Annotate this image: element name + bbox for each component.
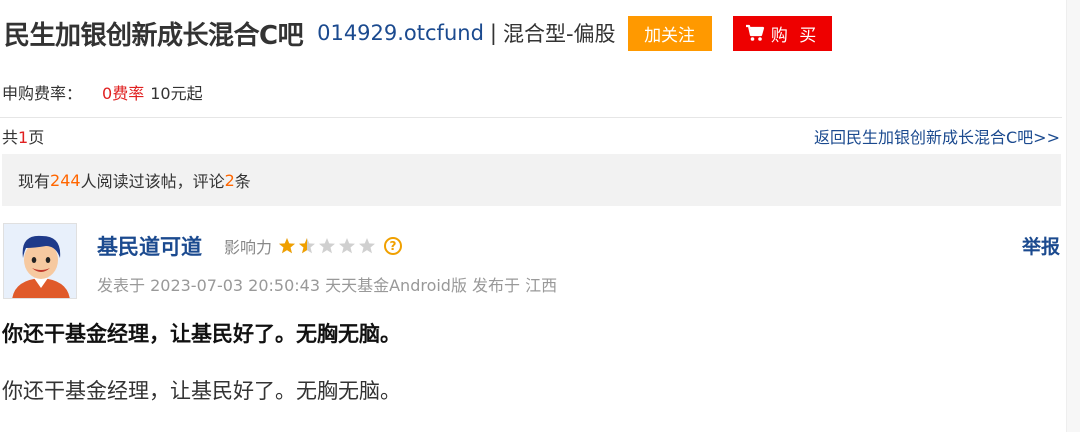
divider — [0, 117, 1062, 118]
page-count-prefix: 共 — [2, 128, 19, 147]
user-avatar-icon — [4, 224, 76, 298]
bar-title[interactable]: 民生加银创新成长混合C吧 — [4, 15, 304, 52]
reader-count: 244 — [50, 170, 81, 190]
fund-type: 混合型-偏股 — [502, 22, 616, 46]
influence-stars — [278, 237, 378, 255]
fund-code-link[interactable]: 014929.otcfund — [317, 21, 484, 45]
header-separator: | — [489, 21, 497, 45]
star-icon — [279, 238, 296, 254]
fee-rate: 0费率 — [102, 84, 145, 103]
star-icon — [339, 238, 356, 254]
stats-middle: 人阅读过该帖，评论 — [80, 172, 225, 191]
post-title: 你还干基金经理，让基民好了。无胸无脑。 — [2, 322, 401, 346]
comment-count: 2 — [224, 170, 235, 190]
post-meta: 发表于 2023-07-03 20:50:43 天天基金Android版 发布于… — [97, 276, 558, 295]
fee-minimum: 10元起 — [150, 84, 203, 103]
purchase-fee: 申购费率： 0费率 10元起 — [2, 80, 203, 104]
read-stats: 现有 244 人阅读过该帖，评论 2 条 — [2, 154, 1061, 206]
star-icon — [359, 238, 376, 254]
page-count-suffix: 页 — [28, 128, 45, 147]
cart-icon — [745, 24, 764, 41]
page-count: 共1页 — [2, 124, 44, 148]
back-to-bar-link[interactable]: 返回民生加银创新成长混合C吧>> — [814, 124, 1060, 148]
username[interactable]: 基民道可道 — [97, 231, 202, 261]
buy-button-label: 购 买 — [770, 25, 820, 46]
report-button[interactable]: 举报 — [1022, 232, 1060, 259]
fund-header: 民生加银创新成长混合C吧 014929.otcfund | 混合型-偏股 加关注… — [4, 14, 832, 52]
help-icon[interactable]: ? — [384, 237, 403, 255]
page-count-number: 1 — [18, 128, 29, 147]
star-icon — [319, 238, 336, 254]
star-icon — [299, 238, 316, 254]
pager-row: 共1页 返回民生加银创新成长混合C吧>> — [2, 124, 1060, 148]
buy-button[interactable]: 购 买 — [732, 15, 832, 51]
stats-suffix: 条 — [234, 172, 251, 191]
user-line: 基民道可道 影响力 ? — [97, 231, 403, 261]
post-body: 你还干基金经理，让基民好了。无胸无脑。 — [2, 379, 401, 403]
avatar[interactable] — [3, 223, 77, 299]
follow-button[interactable]: 加关注 — [627, 15, 712, 51]
influence-label: 影响力 — [224, 238, 273, 257]
fee-label: 申购费率： — [2, 84, 83, 103]
scrollbar[interactable] — [1066, 0, 1080, 432]
stats-prefix: 现有 — [18, 172, 51, 191]
